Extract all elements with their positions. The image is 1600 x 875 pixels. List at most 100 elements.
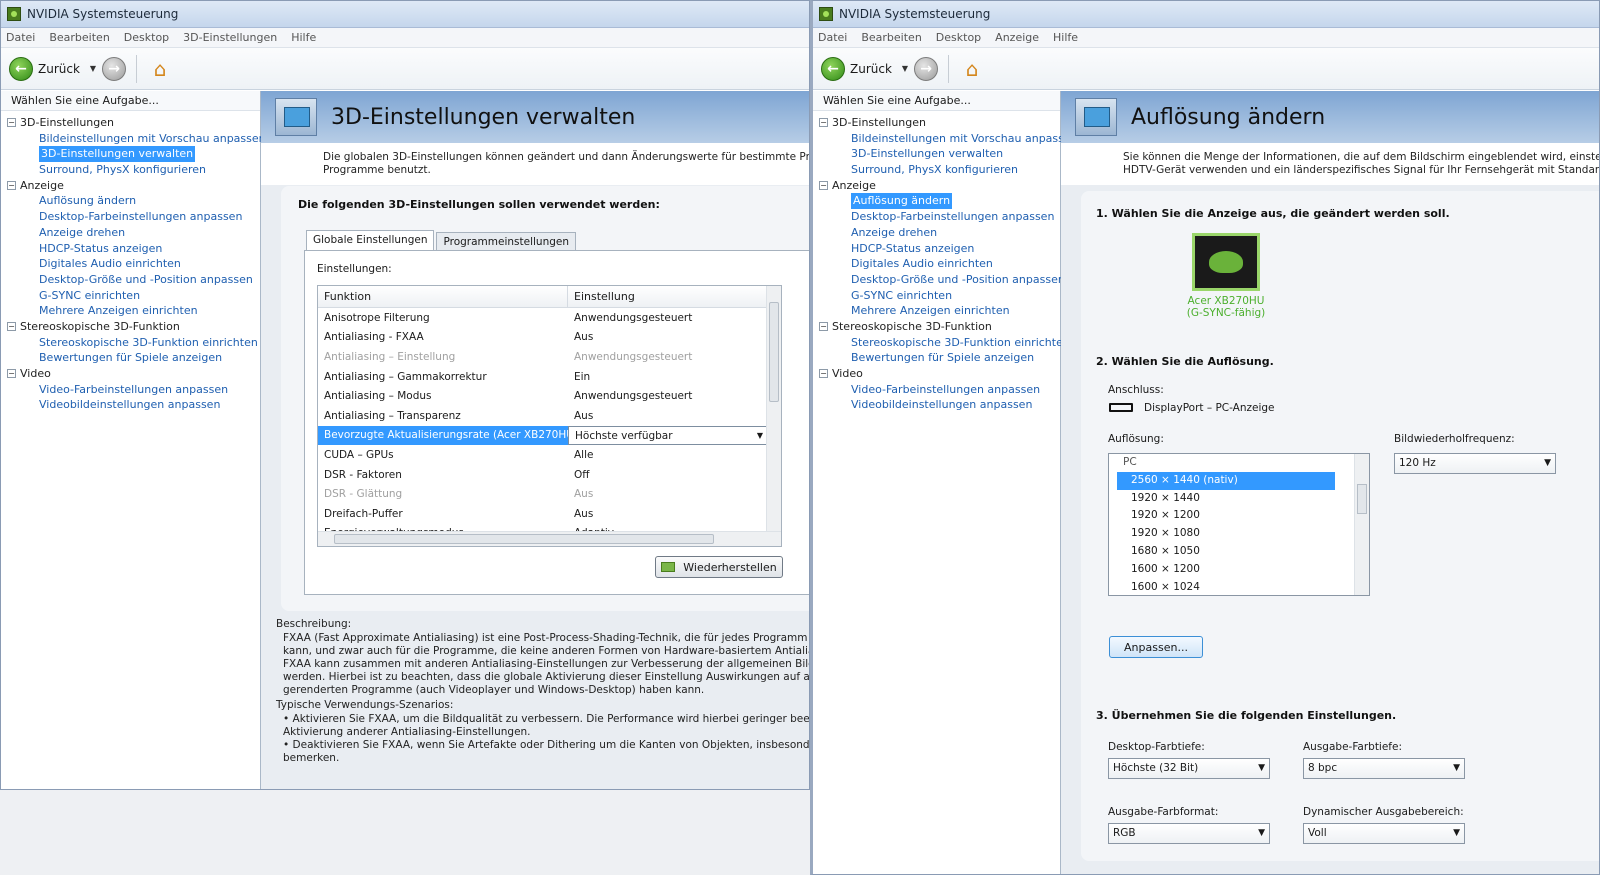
table-row[interactable]: DSR - Faktoren Off (318, 465, 781, 485)
vertical-scrollbar[interactable] (766, 286, 781, 531)
tree-category[interactable]: − Anzeige (7, 178, 260, 194)
table-row[interactable]: Antialiasing – Gammakorrektur Ein (318, 367, 781, 387)
vertical-scrollbar[interactable] (1354, 454, 1369, 595)
sidebar-item[interactable]: Stereoskopische 3D-Funktion einrichten (7, 335, 260, 351)
customize-button[interactable]: Anpassen... (1109, 636, 1203, 658)
back-button[interactable]: Zurück (850, 62, 892, 76)
collapse-toggle-icon[interactable]: − (7, 369, 16, 379)
sidebar-item[interactable]: G-SYNC einrichten (7, 288, 260, 304)
menu-3d-einstellungen[interactable]: 3D-Einstellungen (183, 31, 277, 44)
sidebar-item[interactable]: Videobildeinstellungen anpassen (7, 397, 260, 413)
table-row[interactable]: Antialiasing – Einstellung Anwendungsgest… (318, 347, 781, 367)
sidebar-item[interactable]: Desktop-Größe und -Position anpassen (7, 272, 260, 288)
sidebar-item[interactable]: Auflösung ändern (819, 193, 1060, 210)
tree-category[interactable]: −3D-Einstellungen (7, 115, 260, 131)
tab-global-settings[interactable]: Globale Einstellungen (306, 230, 435, 251)
collapse-toggle-icon[interactable]: − (819, 118, 828, 128)
tree-category[interactable]: − Video (819, 366, 1060, 382)
menu-hilfe[interactable]: Hilfe (1053, 31, 1078, 44)
resolution-list[interactable]: PC 2560 × 1440 (nativ) 1920 × 1440 1920 × … (1108, 453, 1370, 596)
table-row[interactable]: Bevorzugte Aktualisierungsrate (Acer XB2… (318, 425, 781, 446)
sidebar-item[interactable]: Desktop-Farbeinstellungen anpassen (7, 209, 260, 225)
sidebar-item[interactable]: Mehrere Anzeigen einrichten (819, 303, 1060, 319)
collapse-toggle-icon[interactable]: − (7, 118, 16, 128)
title-bar[interactable]: NVIDIA Systemsteuerung (1, 1, 809, 28)
sidebar-item[interactable]: HDCP-Status anzeigen (819, 241, 1060, 257)
sidebar-item[interactable]: 3D-Einstellungen verwalten (819, 146, 1060, 162)
collapse-toggle-icon[interactable]: − (819, 181, 828, 191)
sidebar-item[interactable]: Mehrere Anzeigen einrichten (7, 303, 260, 319)
sidebar-item[interactable]: Bildeinstellungen mit Vorschau anpassen (7, 131, 266, 147)
resolution-option[interactable]: 1680 × 1050 (1109, 543, 1369, 561)
sidebar-item[interactable]: Digitales Audio einrichten (819, 256, 1060, 272)
desktop-depth-select[interactable]: Höchste (32 Bit) ▼ (1108, 758, 1270, 779)
sidebar-item[interactable]: Videobildeinstellungen anpassen (819, 397, 1060, 413)
sidebar-item[interactable]: 3D-Einstellungen verwalten (7, 146, 260, 163)
output-format-select[interactable]: RGB ▼ (1108, 823, 1270, 844)
sidebar-item[interactable]: Video-Farbeinstellungen anpassen (7, 382, 260, 398)
menu-bearbeiten[interactable]: Bearbeiten (861, 31, 921, 44)
menu-datei[interactable]: Datei (818, 31, 847, 44)
collapse-toggle-icon[interactable]: − (819, 369, 828, 379)
sidebar-item[interactable]: Desktop-Farbeinstellungen anpassen (819, 209, 1060, 225)
sidebar-item[interactable]: HDCP-Status anzeigen (7, 241, 260, 257)
home-icon[interactable]: ⌂ (147, 56, 173, 82)
resolution-option[interactable]: 1920 × 1440 (1109, 490, 1369, 508)
history-dropdown-icon[interactable]: ▼ (90, 64, 96, 73)
resolution-option[interactable]: 2560 × 1440 (nativ) (1117, 471, 1335, 490)
resolution-option[interactable]: 1600 × 1024 (1109, 579, 1369, 595)
table-row[interactable]: Antialiasing – Modus Anwendungsgesteuert (318, 386, 781, 406)
dynamic-range-select[interactable]: Voll ▼ (1303, 823, 1465, 844)
back-button[interactable]: Zurück (38, 62, 80, 76)
table-row[interactable]: Dreifach-Puffer Aus (318, 504, 781, 524)
horizontal-scrollbar[interactable] (318, 531, 781, 546)
table-row[interactable]: Antialiasing - FXAA Aus (318, 328, 781, 348)
home-icon[interactable]: ⌂ (959, 56, 985, 82)
setting-dropdown[interactable]: Höchste verfügbar ▼ (568, 425, 767, 446)
scroll-thumb[interactable] (334, 534, 714, 544)
sidebar-item[interactable]: G-SYNC einrichten (819, 288, 1060, 304)
resolution-option[interactable]: 1600 × 1200 (1109, 561, 1369, 579)
tree-category[interactable]: − Stereoskopische 3D-Funktion (7, 319, 260, 335)
collapse-toggle-icon[interactable]: − (7, 322, 16, 332)
resolution-option[interactable]: 1920 × 1080 (1109, 525, 1369, 543)
menu-anzeige[interactable]: Anzeige (995, 31, 1039, 44)
tree-category[interactable]: − Anzeige (819, 178, 1060, 194)
output-depth-select[interactable]: 8 bpc ▼ (1303, 758, 1465, 779)
tree-category[interactable]: − Stereoskopische 3D-Funktion (819, 319, 1060, 335)
tree-category[interactable]: −3D-Einstellungen (819, 115, 1060, 131)
restore-button[interactable]: Wiederherstellen (655, 556, 783, 578)
menu-desktop[interactable]: Desktop (124, 31, 169, 44)
title-bar[interactable]: NVIDIA Systemsteuerung (813, 1, 1599, 28)
resolution-option[interactable]: 1920 × 1200 (1109, 507, 1369, 525)
sidebar-item[interactable]: Digitales Audio einrichten (7, 256, 260, 272)
back-arrow-icon[interactable]: ← (9, 56, 33, 81)
table-row[interactable]: Antialiasing – Transparenz Aus (318, 406, 781, 426)
sidebar-item[interactable]: Desktop-Größe und -Position anpassen (819, 272, 1065, 288)
table-row[interactable]: DSR - Glättung Aus (318, 484, 781, 504)
menu-hilfe[interactable]: Hilfe (291, 31, 316, 44)
column-header-setting[interactable]: Einstellung (568, 286, 635, 307)
menu-desktop[interactable]: Desktop (936, 31, 981, 44)
forward-arrow-icon[interactable]: → (914, 56, 939, 81)
sidebar-item[interactable]: Anzeige drehen (7, 225, 260, 241)
tree-category[interactable]: − Video (7, 366, 260, 382)
forward-arrow-icon[interactable]: → (102, 56, 127, 81)
sidebar-item[interactable]: Surround, PhysX konfigurieren (7, 162, 260, 178)
menu-datei[interactable]: Datei (6, 31, 35, 44)
back-arrow-icon[interactable]: ← (821, 56, 845, 81)
sidebar-item[interactable]: Bewertungen für Spiele anzeigen (7, 350, 260, 366)
scroll-thumb[interactable] (1357, 484, 1367, 514)
table-row[interactable]: CUDA – GPUs Alle (318, 445, 781, 465)
collapse-toggle-icon[interactable]: − (7, 181, 16, 191)
sidebar-item[interactable]: Bewertungen für Spiele anzeigen (819, 350, 1060, 366)
menu-bearbeiten[interactable]: Bearbeiten (49, 31, 109, 44)
display-selector[interactable]: Acer XB270HU (G-SYNC-fähig) (1166, 233, 1286, 319)
history-dropdown-icon[interactable]: ▼ (902, 64, 908, 73)
refresh-rate-select[interactable]: 120 Hz ▼ (1394, 453, 1556, 474)
column-header-function[interactable]: Funktion (318, 286, 568, 307)
sidebar-item[interactable]: Video-Farbeinstellungen anpassen (819, 382, 1060, 398)
sidebar-item[interactable]: Auflösung ändern (7, 193, 260, 209)
sidebar-item[interactable]: Surround, PhysX konfigurieren (819, 162, 1060, 178)
sidebar-item[interactable]: Stereoskopische 3D-Funktion einrichten (819, 335, 1070, 351)
